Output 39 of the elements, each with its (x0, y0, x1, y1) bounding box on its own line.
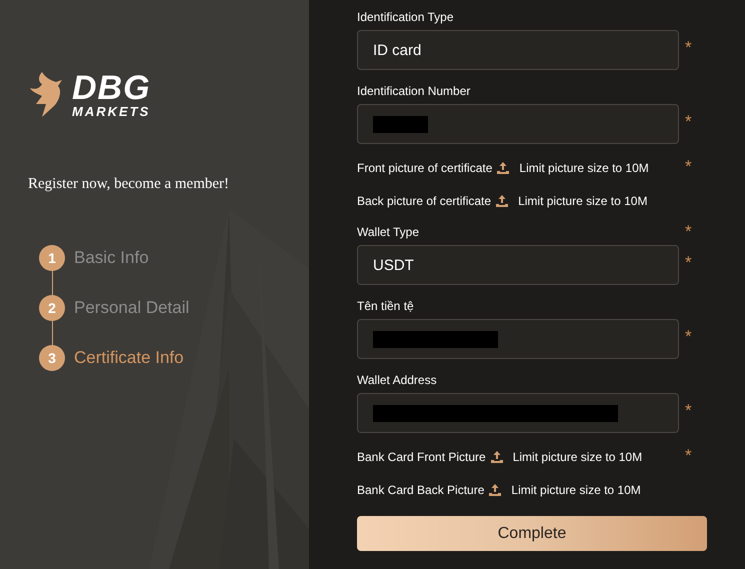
step-number: 1 (39, 245, 65, 271)
upload-icon[interactable] (489, 484, 502, 496)
brand-name: DBG (72, 70, 151, 104)
required-mark: * (685, 401, 692, 421)
required-mark: * (685, 38, 692, 58)
step-number: 2 (39, 295, 65, 321)
input-field[interactable] (357, 393, 679, 433)
input-field[interactable] (357, 104, 679, 144)
input-field[interactable] (357, 319, 679, 359)
step-number: 3 (39, 345, 65, 371)
tagline: Register now, become a member! (28, 176, 230, 193)
upload-icon[interactable] (496, 194, 508, 206)
brand-subname: MARKETS (72, 104, 151, 118)
size-hint: Limit picture size to 10M (512, 450, 642, 464)
upload-icon[interactable] (490, 450, 503, 462)
field-label: Identification Number (357, 84, 470, 98)
input-field[interactable]: USDT (357, 245, 679, 285)
redaction-bar (373, 116, 428, 132)
upload-label: Bank Card Back Picture (357, 482, 484, 496)
upload-label: Back picture of certificate (357, 194, 492, 208)
size-hint: Limit picture size to 10M (519, 160, 649, 174)
field-label: Tên tiền tệ (357, 299, 414, 313)
step-label[interactable]: Certificate Info (74, 348, 184, 368)
required-mark: * (685, 157, 692, 177)
upload-label: Front picture of certificate (357, 160, 492, 174)
field-label: Identification Type (357, 10, 454, 24)
size-hint: Limit picture size to 10M (518, 194, 648, 208)
required-mark: * (685, 112, 692, 132)
required-mark: * (685, 446, 692, 466)
required-mark: * (685, 327, 692, 347)
field-label: Wallet Address (357, 373, 437, 387)
size-hint: Limit picture size to 10M (511, 482, 641, 496)
upload-icon[interactable] (497, 162, 510, 174)
field-label: Wallet Type (357, 225, 420, 239)
complete-button[interactable]: Complete (357, 516, 707, 551)
required-mark: * (685, 253, 692, 273)
required-mark: * (685, 222, 692, 242)
input-field[interactable]: ID card (357, 30, 679, 70)
upload-label: Bank Card Front Picture (357, 450, 486, 464)
